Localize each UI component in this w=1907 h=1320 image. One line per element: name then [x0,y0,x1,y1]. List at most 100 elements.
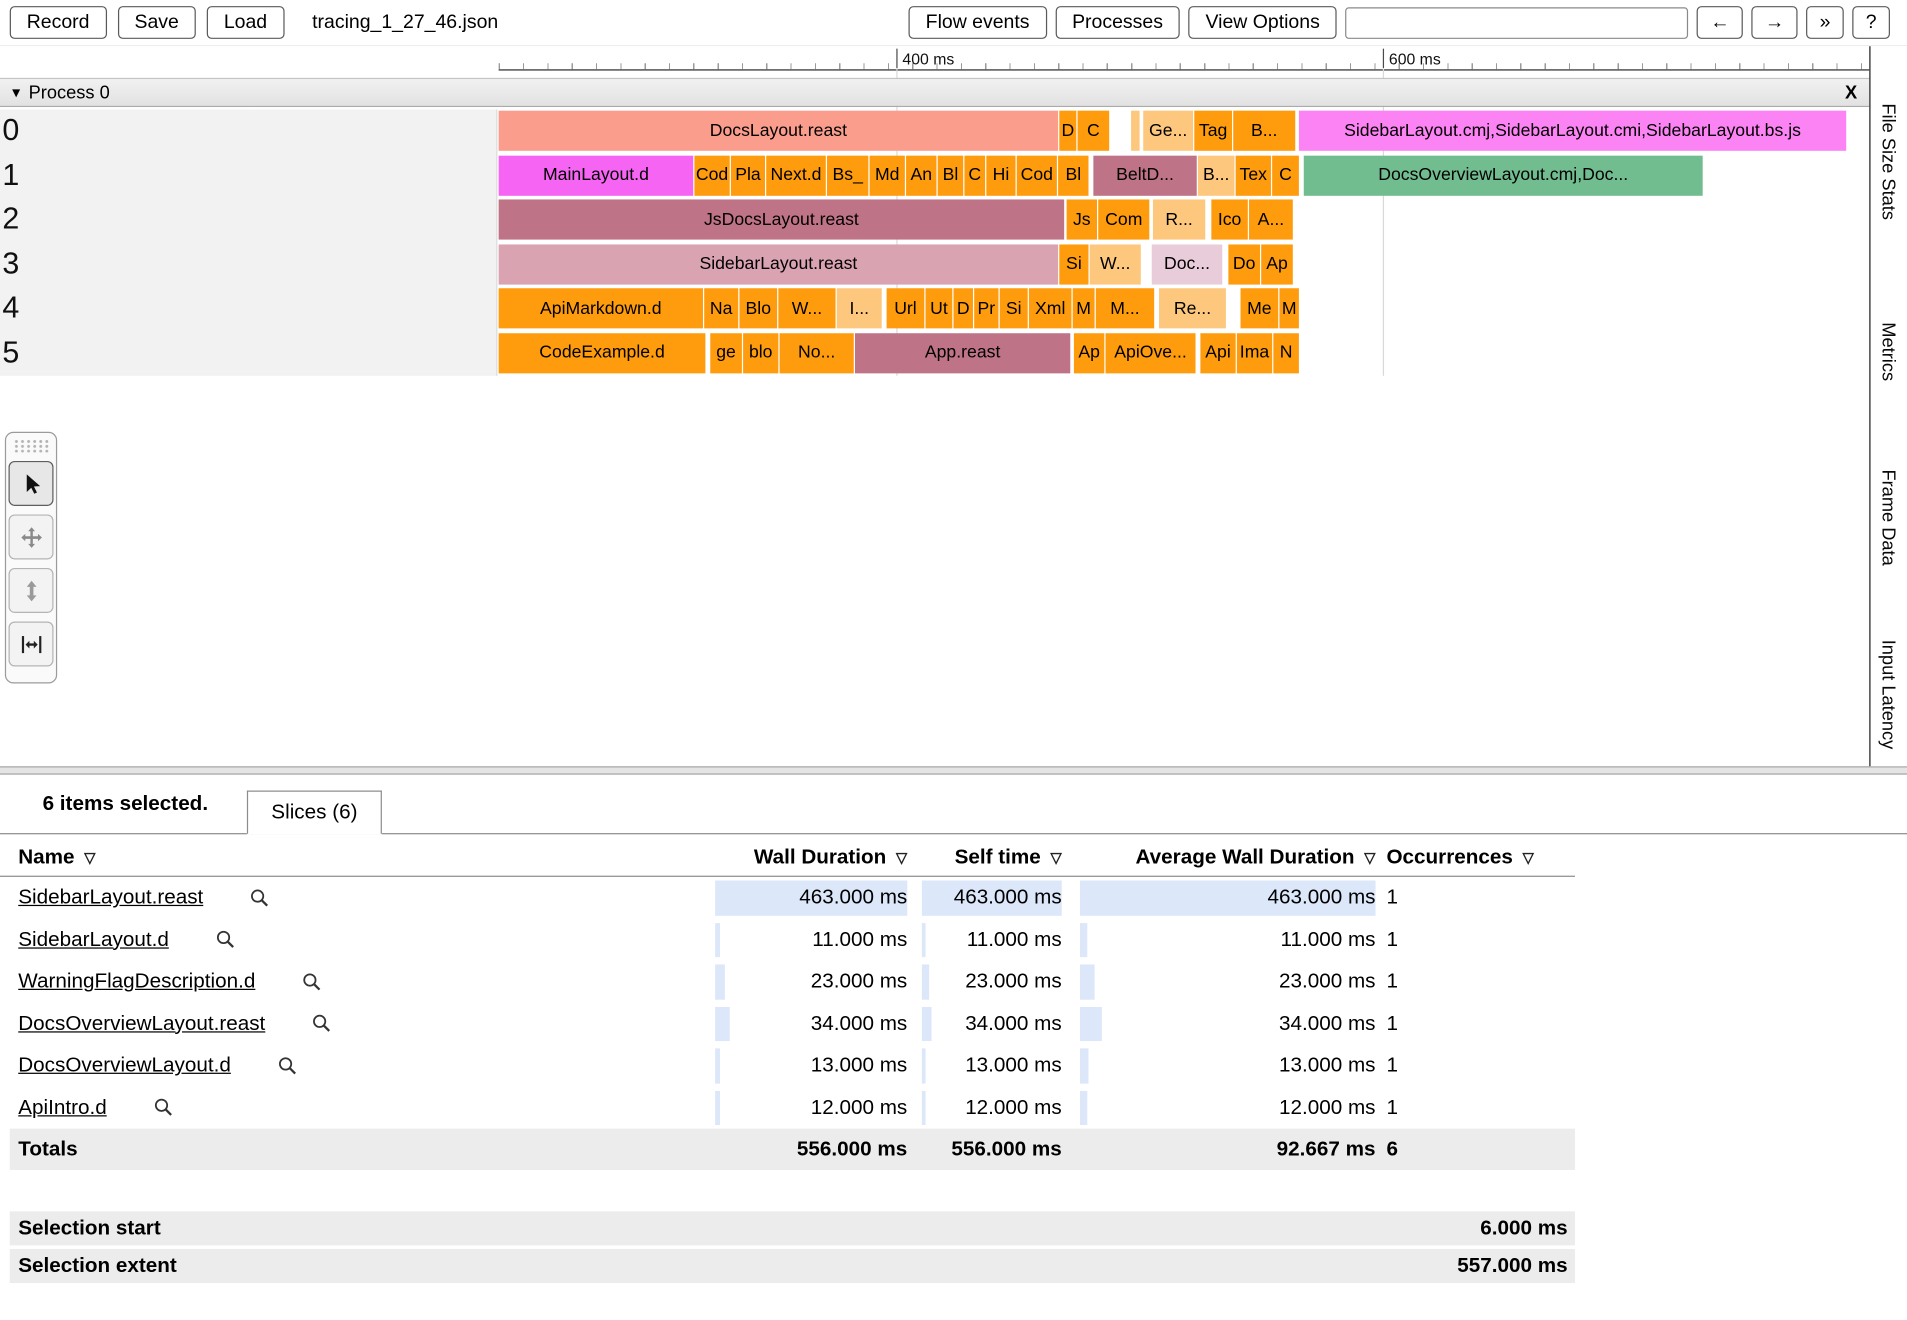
trace-slice[interactable]: Bl [1058,155,1088,195]
trace-slice[interactable]: C [964,155,985,195]
trace-slice[interactable]: M... [1096,288,1154,328]
trace-slice[interactable]: B... [1233,111,1295,151]
table-row[interactable]: WarningFlagDescription.d23.000 ms23.000 … [0,961,1575,1003]
selection-tool-button[interactable] [9,461,54,506]
slice-name-link[interactable]: DocsOverviewLayout.reast [18,1012,265,1036]
trace-slice[interactable]: Bs_ [827,155,868,195]
process-header[interactable]: ▾ Process 0 X [0,78,1869,107]
trace-slice[interactable]: A... [1249,199,1293,239]
trace-slice[interactable]: Md [870,155,905,195]
column-header-name[interactable]: Name▽ [18,839,699,875]
trace-slice[interactable]: MainLayout.d [499,155,694,195]
trace-slice[interactable]: Do [1228,244,1260,284]
trace-slice[interactable]: Cod [1017,155,1057,195]
trace-slice[interactable] [1131,111,1140,151]
trace-slice[interactable]: Si [1059,244,1088,284]
trace-slice[interactable]: SidebarLayout.reast [499,244,1058,284]
trace-slice[interactable]: Tex [1236,155,1271,195]
magnifier-icon[interactable] [312,1013,333,1034]
trace-slice[interactable]: Na [704,288,738,328]
load-button[interactable]: Load [207,6,284,40]
timeline-stage[interactable]: 400 ms600 ms ▾ Process 0 X 0DocsLayout.r… [0,46,1907,766]
trace-slice[interactable]: C [1272,155,1299,195]
trace-slice[interactable]: Tag [1194,111,1232,151]
tab-slices[interactable]: Slices (6) [247,791,382,835]
trace-slice[interactable]: M [1279,288,1298,328]
trace-slice[interactable]: An [906,155,936,195]
column-header-self-time[interactable]: Self time▽ [922,839,1062,875]
view-options-button[interactable]: View Options [1188,6,1336,40]
magnifier-icon[interactable] [302,971,323,992]
trace-slice[interactable]: ge [710,333,742,373]
trace-slice[interactable]: D [954,288,973,328]
find-next-button[interactable]: → [1752,6,1798,40]
trace-slice[interactable]: Ge... [1143,111,1193,151]
trace-slice[interactable]: Cod [694,155,729,195]
trace-slice[interactable]: D [1059,111,1076,151]
trace-slice[interactable]: App.reast [855,333,1070,373]
trace-slice[interactable]: M [1073,288,1095,328]
trace-slice[interactable]: Next.d [766,155,826,195]
trace-slice[interactable]: W... [1090,244,1141,284]
trace-slice[interactable]: SidebarLayout.cmj,SidebarLayout.cmi,Side… [1299,111,1846,151]
trace-slice[interactable]: DocsLayout.reast [499,111,1058,151]
slice-name-link[interactable]: SidebarLayout.reast [18,886,203,910]
find-input[interactable] [1345,7,1688,39]
trace-slice[interactable]: Url [887,288,925,328]
magnifier-icon[interactable] [215,929,236,950]
tab-metrics[interactable]: Metrics [1878,322,1899,381]
help-button[interactable]: ? [1852,6,1890,40]
table-row[interactable]: SidebarLayout.reast463.000 ms463.000 ms4… [0,877,1575,919]
magnifier-icon[interactable] [277,1055,298,1076]
column-header-occurrences[interactable]: Occurrences▽ [1386,839,1568,875]
tab-input-latency[interactable]: Input Latency [1878,640,1899,750]
trace-slice[interactable]: Api [1200,333,1235,373]
tab-file-size-stats[interactable]: File Size Stats [1878,103,1899,220]
trace-slice[interactable]: BeltD... [1093,155,1196,195]
trace-slice[interactable]: Si [1000,288,1028,328]
magnifier-icon[interactable] [250,888,271,909]
trace-slice[interactable]: Re... [1159,288,1226,328]
slice-name-link[interactable]: WarningFlagDescription.d [18,970,255,994]
flow-events-button[interactable]: Flow events [909,6,1047,40]
trace-slice[interactable]: W... [778,288,835,328]
save-button[interactable]: Save [117,6,195,40]
timing-tool-button[interactable] [9,621,54,666]
table-row[interactable]: ApiIntro.d12.000 ms12.000 ms12.000 ms1 [0,1087,1575,1129]
trace-slice[interactable]: I... [837,288,882,328]
table-row[interactable]: SidebarLayout.d11.000 ms11.000 ms11.000 … [0,919,1575,961]
slice-name-link[interactable]: DocsOverviewLayout.d [18,1054,231,1078]
trace-slice[interactable]: Xml [1029,288,1072,328]
slice-name-link[interactable]: ApiIntro.d [18,1095,106,1119]
trace-slice[interactable]: Ico [1211,199,1247,239]
record-button[interactable]: Record [10,6,107,40]
trace-slice[interactable]: blo [743,333,778,373]
trace-slice[interactable]: ApiMarkdown.d [499,288,703,328]
trace-slice[interactable]: JsDocsLayout.reast [499,199,1065,239]
trace-slice[interactable]: ApiOve... [1106,333,1196,373]
pan-tool-button[interactable] [9,514,54,559]
trace-slice[interactable]: Me [1241,288,1279,328]
trace-slice[interactable]: CodeExample.d [499,333,706,373]
trace-slice[interactable]: Blo [739,288,777,328]
trace-slice[interactable]: Com [1098,199,1149,239]
table-row[interactable]: DocsOverviewLayout.d13.000 ms13.000 ms13… [0,1045,1575,1087]
trace-slice[interactable]: DocsOverviewLayout.cmj,Doc... [1304,155,1703,195]
zoom-tool-button[interactable] [9,568,54,613]
trace-slice[interactable]: B... [1198,155,1234,195]
trace-slice[interactable]: Ap [1074,333,1104,373]
trace-slice[interactable]: Pr [974,288,998,328]
tab-frame-data[interactable]: Frame Data [1878,469,1899,565]
trace-slice[interactable]: C [1078,111,1110,151]
panel-splitter[interactable] [0,766,1907,775]
column-header-average-wall-duration[interactable]: Average Wall Duration▽ [1080,839,1376,875]
trace-slice[interactable]: Ima [1237,333,1272,373]
table-row[interactable]: DocsOverviewLayout.reast34.000 ms34.000 … [0,1003,1575,1045]
trace-slice[interactable]: N [1273,333,1299,373]
process-close-button[interactable]: X [1845,82,1857,103]
trace-slice[interactable]: No... [780,333,854,373]
slice-name-link[interactable]: SidebarLayout.d [18,928,169,952]
trace-slice[interactable]: Doc... [1152,244,1223,284]
more-options-button[interactable]: » [1806,6,1844,40]
find-previous-button[interactable]: ← [1697,6,1743,40]
